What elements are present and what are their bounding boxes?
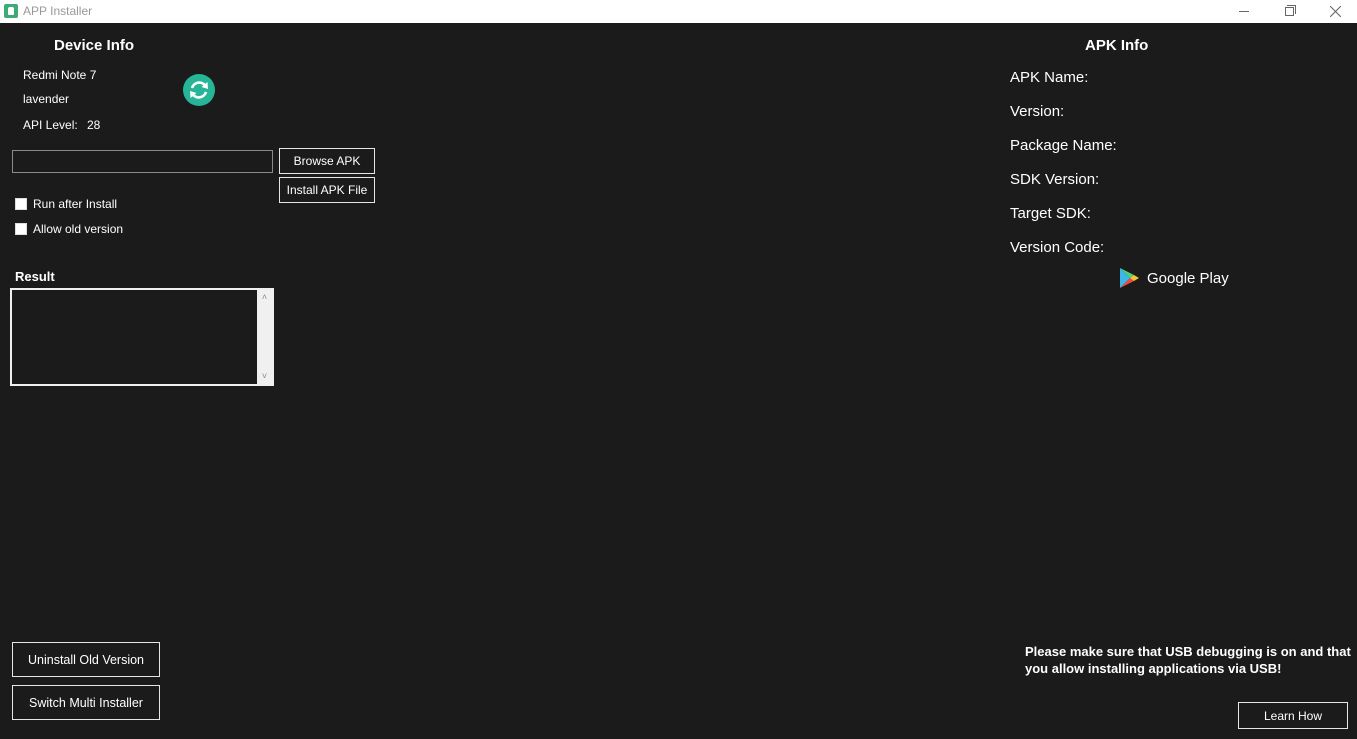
minimize-icon xyxy=(1239,11,1249,12)
apk-path-input[interactable] xyxy=(12,150,273,173)
run-after-install-label: Run after Install xyxy=(33,197,118,211)
restore-icon xyxy=(1284,5,1296,16)
run-after-install-checkbox[interactable] xyxy=(15,198,27,210)
minimize-button[interactable] xyxy=(1222,0,1266,23)
result-heading: Result xyxy=(15,269,55,284)
target-sdk-label: Target SDK: xyxy=(1010,205,1091,222)
api-level-label: API Level: xyxy=(23,118,78,132)
version-code-label: Version Code: xyxy=(1010,239,1105,256)
result-textarea[interactable]: ˄ ˅ xyxy=(10,288,274,386)
apk-info-heading: APK Info xyxy=(1085,37,1149,54)
learn-how-button[interactable]: Learn How xyxy=(1238,702,1348,729)
switch-multi-installer-button[interactable]: Switch Multi Installer xyxy=(12,685,160,720)
version-label: Version: xyxy=(1010,103,1065,120)
run-after-install-option[interactable]: Run after Install xyxy=(15,197,117,211)
usb-debugging-notice: Please make sure that USB debugging is o… xyxy=(1025,644,1351,676)
scroll-down-icon[interactable]: ˅ xyxy=(260,372,269,381)
close-icon xyxy=(1329,6,1341,17)
sdk-version-label: SDK Version: xyxy=(1010,171,1100,188)
install-apk-button[interactable]: Install APK File xyxy=(279,177,375,203)
google-play-link[interactable]: Google Play xyxy=(1120,268,1229,288)
device-codename: lavender xyxy=(23,92,70,106)
package-name-label: Package Name: xyxy=(1010,137,1117,154)
uninstall-old-version-button[interactable]: Uninstall Old Version xyxy=(12,642,160,677)
window-title: APP Installer xyxy=(23,4,93,18)
browse-apk-button[interactable]: Browse APK xyxy=(279,148,375,174)
refresh-icon xyxy=(190,81,208,99)
scroll-up-icon[interactable]: ˄ xyxy=(260,293,269,302)
apk-name-label: APK Name: xyxy=(1010,69,1089,86)
allow-old-version-checkbox[interactable] xyxy=(15,223,27,235)
google-play-label: Google Play xyxy=(1147,269,1229,287)
app-icon xyxy=(4,4,18,18)
api-level-value: 28 xyxy=(87,118,101,132)
device-model: Redmi Note 7 xyxy=(23,68,97,82)
title-bar: APP Installer xyxy=(0,0,1357,23)
google-play-icon xyxy=(1120,268,1139,288)
close-button[interactable] xyxy=(1313,0,1357,23)
allow-old-version-label: Allow old version xyxy=(33,222,124,236)
allow-old-version-option[interactable]: Allow old version xyxy=(15,222,123,236)
device-info-heading: Device Info xyxy=(54,37,135,54)
refresh-button[interactable] xyxy=(183,74,215,106)
result-scrollbar[interactable]: ˄ ˅ xyxy=(257,290,272,384)
restore-button[interactable] xyxy=(1267,0,1311,23)
